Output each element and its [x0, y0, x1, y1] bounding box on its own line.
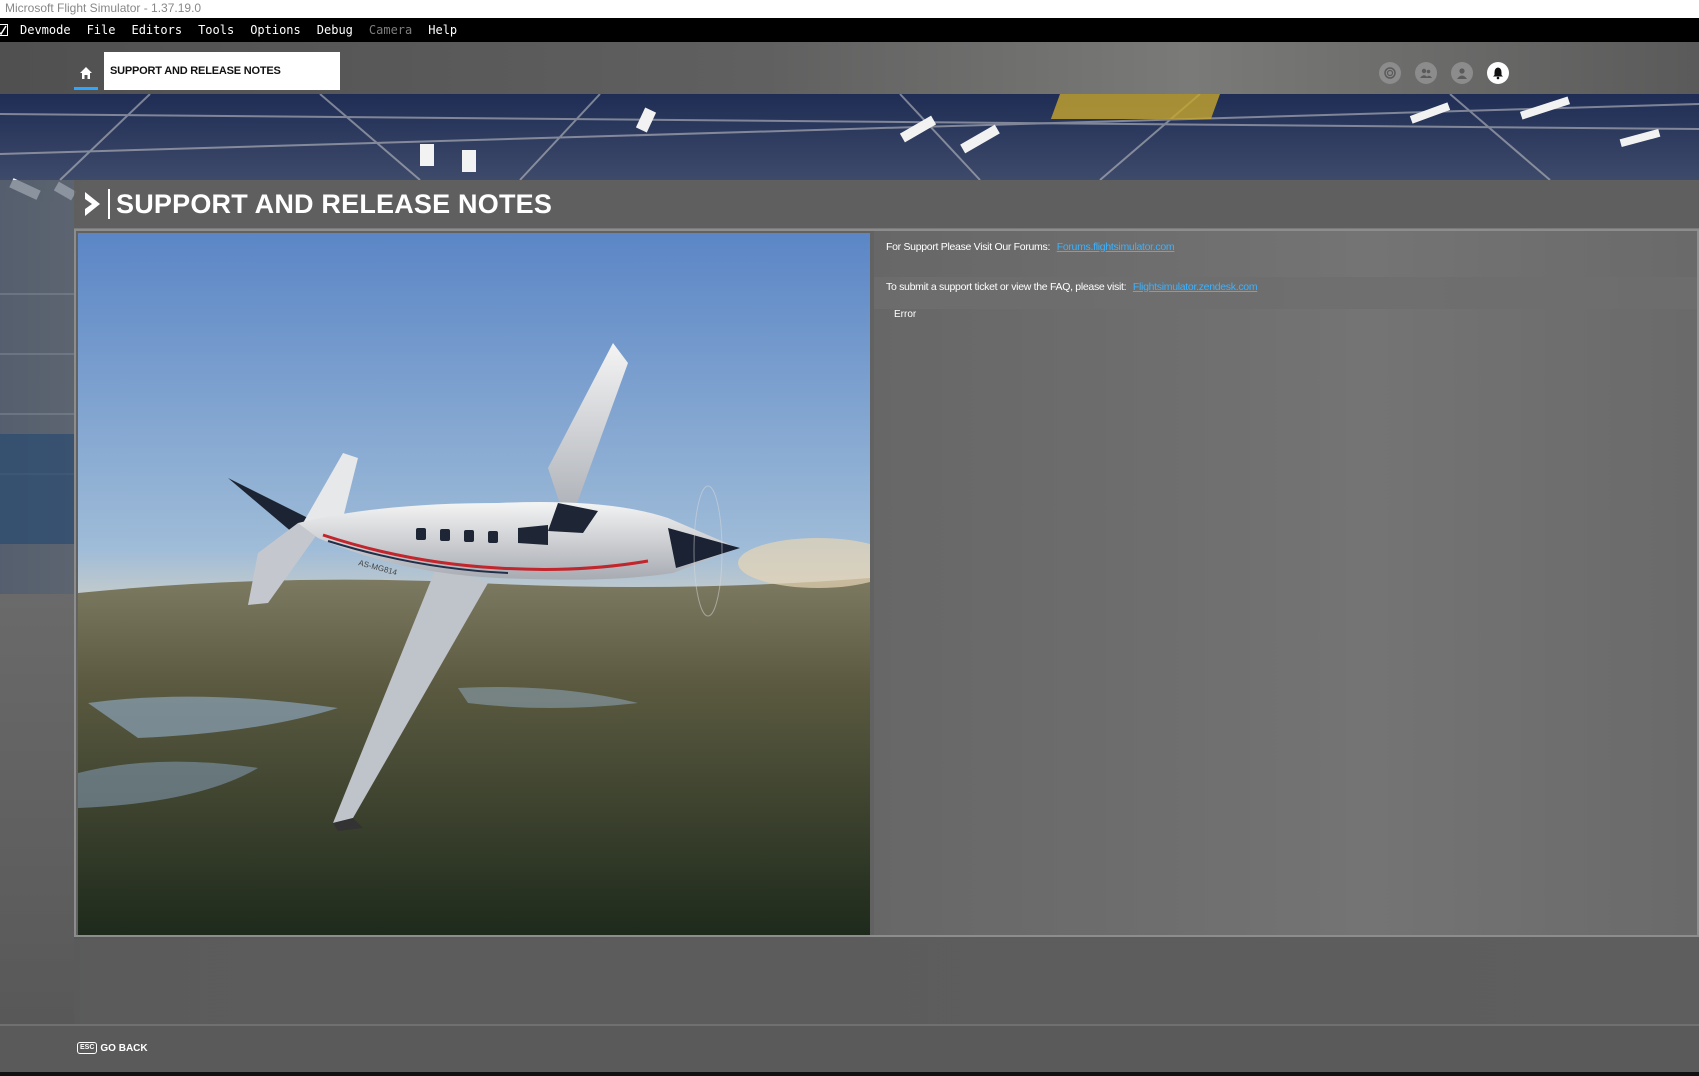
- top-icon-group: [1379, 62, 1509, 84]
- menu-devmode[interactable]: Devmode: [12, 23, 79, 37]
- active-tab-indicator: [74, 87, 98, 90]
- friends-icon[interactable]: [1415, 62, 1437, 84]
- hero-image: AS-MG814: [78, 233, 870, 935]
- top-navigation: SUPPORT AND RELEASE NOTES: [0, 42, 1699, 96]
- forums-text: For Support Please Visit Our Forums:: [886, 241, 1051, 253]
- zendesk-link[interactable]: Flightsimulator.zendesk.com: [1133, 281, 1258, 293]
- menu-tools[interactable]: Tools: [190, 23, 242, 37]
- breadcrumb-tab[interactable]: SUPPORT AND RELEASE NOTES: [104, 52, 340, 90]
- ticket-text: To submit a support ticket or view the F…: [886, 281, 1127, 293]
- home-button[interactable]: [74, 62, 98, 90]
- menu-help[interactable]: Help: [420, 23, 465, 37]
- menu-options[interactable]: Options: [242, 23, 309, 37]
- chevron-right-icon: [85, 192, 100, 216]
- bottom-bar: ESC GO BACK: [0, 1024, 1699, 1074]
- title-divider: [108, 189, 110, 219]
- main-content: AS-MG814 For Support Please Visit Our Fo…: [74, 229, 1699, 937]
- devmode-checkbox[interactable]: [0, 24, 8, 36]
- error-message: Error: [894, 309, 917, 320]
- activity-icon[interactable]: [1379, 62, 1401, 84]
- go-back-label: GO BACK: [100, 1042, 148, 1054]
- go-back-button[interactable]: ESC GO BACK: [77, 1042, 148, 1054]
- menu-camera: Camera: [368, 23, 413, 37]
- forums-link[interactable]: Forums.flightsimulator.com: [1057, 241, 1175, 253]
- support-info-panel: For Support Please Visit Our Forums: For…: [874, 231, 1697, 935]
- menu-editors[interactable]: Editors: [123, 23, 190, 37]
- profile-icon[interactable]: [1451, 62, 1473, 84]
- notifications-icon[interactable]: [1487, 62, 1509, 84]
- aircraft-image: AS-MG814: [78, 233, 870, 935]
- esc-key-icon: ESC: [77, 1042, 98, 1054]
- bottom-edge: [0, 1072, 1699, 1076]
- forums-line: For Support Please Visit Our Forums: For…: [886, 241, 1175, 253]
- page-header: SUPPORT AND RELEASE NOTES: [74, 180, 1699, 230]
- dev-menu-bar: Devmode File Editors Tools Options Debug…: [0, 18, 1699, 42]
- menu-file[interactable]: File: [79, 23, 124, 37]
- home-icon: [80, 67, 92, 79]
- ticket-line: To submit a support ticket or view the F…: [886, 281, 1258, 293]
- window-title: Microsoft Flight Simulator - 1.37.19.0: [0, 0, 1699, 18]
- menu-debug[interactable]: Debug: [309, 23, 361, 37]
- page-title: SUPPORT AND RELEASE NOTES: [116, 188, 553, 219]
